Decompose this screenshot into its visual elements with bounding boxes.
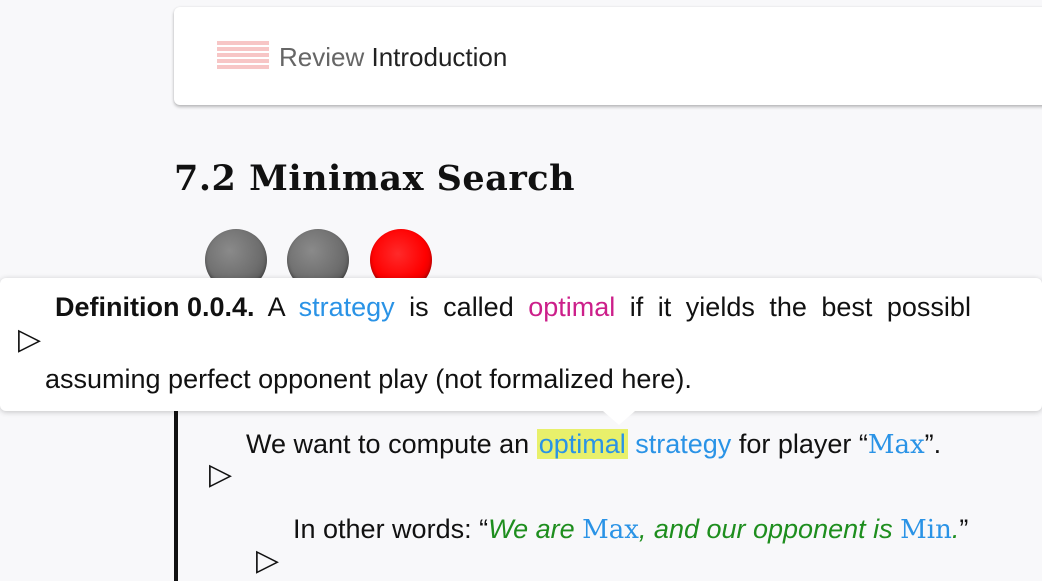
emphasis-quote: We are Max, and our opponent is Min. (488, 514, 959, 545)
min-link[interactable]: Min (900, 515, 952, 545)
paragraph-1-text-b: for player “ (738, 429, 868, 459)
paragraph-1: We want to compute an optimal strategy f… (246, 429, 941, 460)
paragraph-1-text-c: ”. (924, 429, 942, 459)
max-link[interactable]: Max (868, 430, 925, 460)
paragraph-1-triangle-icon[interactable]: ▷ (209, 457, 232, 492)
popup-pointer (603, 411, 635, 425)
paragraph-1-text: We want to compute an (246, 429, 530, 459)
review-prefix: Review (279, 42, 365, 72)
emphasis-text-b: , and our opponent is (638, 514, 901, 544)
definition-text: is called (409, 292, 514, 322)
definition-line-2: assuming perfect opponent play (not form… (45, 364, 692, 394)
paragraph-2-triangle-icon[interactable]: ▷ (256, 543, 279, 578)
definition-label: Definition 0.0.4. (55, 292, 255, 322)
content-bar (174, 411, 178, 581)
expand-triangle-icon[interactable]: ▷ (18, 322, 41, 357)
definition-word: A (267, 292, 285, 322)
max-link[interactable]: Max (582, 515, 639, 545)
emphasis-text-a: We are (488, 514, 583, 544)
definition-line-1: Definition 0.0.4. A strategy is called o… (55, 292, 971, 323)
optimal-term: optimal (528, 292, 616, 322)
strategy-link[interactable]: strategy (635, 429, 731, 459)
review-title: Introduction (371, 42, 508, 72)
optimal-link-highlighted[interactable]: optimal (536, 429, 628, 459)
paragraph-2: In other words: “We are Max, and our opp… (293, 514, 968, 545)
definition-popup: ▷ Definition 0.0.4. A strategy is called… (0, 278, 1042, 425)
section-title: 7.2 Minimax Search (174, 158, 576, 199)
review-card[interactable]: Review Introduction (174, 7, 1042, 105)
definition-text-rest: if it yields the best possibl (629, 292, 971, 322)
strategy-link[interactable]: strategy (299, 292, 395, 322)
review-link[interactable]: Review Introduction (279, 40, 507, 74)
paragraph-2-text: In other words: “ (293, 514, 489, 544)
list-icon (217, 41, 269, 73)
paragraph-2-close-quote: ” (959, 514, 969, 544)
